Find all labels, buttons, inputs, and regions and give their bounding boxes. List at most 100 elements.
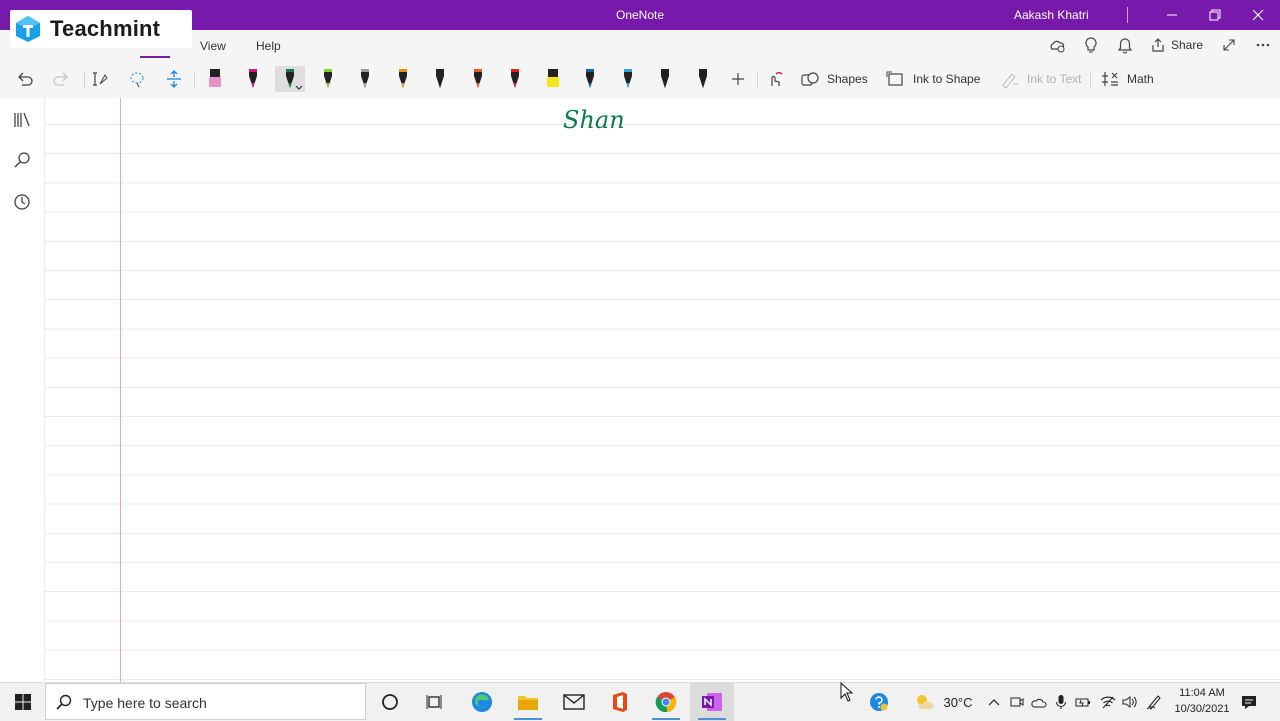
recent-notes-icon[interactable] xyxy=(12,192,32,212)
teachmint-logo-icon xyxy=(16,16,40,42)
sync-icon[interactable] xyxy=(1048,37,1066,53)
cortana-button[interactable] xyxy=(370,683,410,721)
chevron-down-icon[interactable] xyxy=(295,85,303,91)
show-hidden-icons-button[interactable] xyxy=(984,683,1004,721)
ink-to-shape-button[interactable]: Ink to Shape xyxy=(886,66,980,92)
page-margin-line xyxy=(120,98,121,682)
pen-icon xyxy=(586,69,594,88)
windows-logo-icon xyxy=(14,694,31,710)
more-options-icon[interactable] xyxy=(1255,37,1271,53)
file-explorer-taskbar-button[interactable] xyxy=(506,683,550,721)
volume-tray-icon[interactable] xyxy=(1119,683,1141,721)
search-icon[interactable] xyxy=(12,150,32,170)
help-icon xyxy=(870,693,888,711)
lightbulb-icon[interactable] xyxy=(1084,37,1098,54)
add-space-button[interactable] xyxy=(161,66,187,92)
teachmint-logo: Teachmint xyxy=(10,10,192,48)
restore-button[interactable] xyxy=(1193,0,1237,30)
add-pen-button[interactable] xyxy=(725,66,751,92)
help-tray-icon[interactable] xyxy=(866,683,892,721)
share-button[interactable]: Share xyxy=(1150,37,1203,53)
pen-button[interactable] xyxy=(575,66,605,92)
close-button[interactable] xyxy=(1236,0,1280,30)
draw-with-touch-button[interactable] xyxy=(762,66,788,92)
expand-icon[interactable] xyxy=(1221,37,1237,53)
notebooks-icon[interactable] xyxy=(12,110,32,130)
math-button[interactable]: Math xyxy=(1100,66,1154,92)
pen-icon xyxy=(324,69,332,88)
pen-icon xyxy=(1146,695,1161,710)
pen-workspace-tray-icon[interactable] xyxy=(1143,683,1165,721)
bell-icon[interactable] xyxy=(1117,37,1133,54)
pen-button[interactable] xyxy=(238,66,268,92)
menu-bar: View Help Share xyxy=(0,30,1280,60)
handwritten-ink[interactable]: Shan xyxy=(563,106,625,134)
folder-icon xyxy=(518,696,538,710)
ribbon-separator xyxy=(757,72,758,88)
mail-taskbar-button[interactable] xyxy=(552,683,596,721)
office-icon xyxy=(613,692,627,712)
lasso-select-button[interactable] xyxy=(124,66,150,92)
pen-button[interactable] xyxy=(613,66,643,92)
minimize-button[interactable] xyxy=(1150,0,1194,30)
pen-icon xyxy=(511,69,519,88)
microphone-tray-icon[interactable] xyxy=(1051,683,1071,721)
weather-temperature[interactable]: 30°C xyxy=(940,683,976,721)
ink-to-text-button[interactable]: Ink to Text xyxy=(1000,66,1081,92)
onedrive-tray-icon[interactable] xyxy=(1029,683,1049,721)
undo-button[interactable] xyxy=(12,66,38,92)
taskbar-search-box[interactable]: Type here to search xyxy=(45,683,366,720)
menu-help[interactable]: Help xyxy=(256,39,281,53)
title-separator xyxy=(1127,7,1128,23)
pen-button[interactable] xyxy=(688,66,718,92)
touch-draw-icon xyxy=(771,71,783,86)
pen-button[interactable] xyxy=(650,66,680,92)
navigation-rail xyxy=(0,98,45,682)
onenote-icon xyxy=(702,693,722,711)
onenote-taskbar-button[interactable] xyxy=(690,683,734,721)
highlighter-pen-button[interactable] xyxy=(200,66,230,92)
action-center-button[interactable] xyxy=(1236,683,1262,721)
pen-button[interactable] xyxy=(275,66,305,92)
cloud-icon xyxy=(1031,698,1047,708)
pen-icon xyxy=(474,69,482,88)
cortana-icon xyxy=(382,694,398,710)
ink-to-text-label: Ink to Text xyxy=(1027,72,1082,86)
system-clock[interactable]: 11:04 AM 10/30/2021 xyxy=(1165,685,1239,717)
pen-icon xyxy=(661,69,669,88)
shapes-button[interactable]: Shapes xyxy=(800,66,868,92)
redo-button[interactable] xyxy=(48,66,74,92)
text-select-icon xyxy=(93,72,108,86)
draw-ribbon: Shapes Ink to Shape Ink to Text Math xyxy=(0,60,1280,99)
pen-button[interactable] xyxy=(388,66,418,92)
chrome-taskbar-button[interactable] xyxy=(644,683,688,721)
office-taskbar-button[interactable] xyxy=(598,683,642,721)
ribbon-separator xyxy=(194,72,195,88)
battery-tray-icon[interactable] xyxy=(1073,683,1093,721)
ribbon-separator xyxy=(84,72,85,88)
meet-now-tray-icon[interactable] xyxy=(1007,683,1027,721)
title-bar: OneNote Aakash Khatri xyxy=(0,0,1280,30)
pen-button[interactable] xyxy=(313,66,343,92)
pen-icon xyxy=(699,69,707,88)
pen-button[interactable] xyxy=(463,66,493,92)
edge-taskbar-button[interactable] xyxy=(460,683,504,721)
pen-button[interactable] xyxy=(350,66,380,92)
minimize-icon xyxy=(1167,14,1177,16)
type-select-button[interactable] xyxy=(87,66,113,92)
microphone-icon xyxy=(1056,695,1066,709)
pen-button[interactable] xyxy=(500,66,530,92)
chevron-up-icon xyxy=(988,699,1000,706)
start-button[interactable] xyxy=(0,683,45,721)
menu-view[interactable]: View xyxy=(200,39,226,53)
task-view-button[interactable] xyxy=(414,683,454,721)
pen-button[interactable] xyxy=(425,66,455,92)
note-page-canvas[interactable] xyxy=(45,98,1280,682)
undo-icon xyxy=(18,72,33,86)
weather-tray-icon[interactable] xyxy=(912,683,938,721)
user-name[interactable]: Aakash Khatri xyxy=(1014,8,1089,22)
plus-icon xyxy=(732,73,744,85)
logo-text: Teachmint xyxy=(50,16,161,41)
highlighter-yellow-button[interactable] xyxy=(538,66,568,92)
network-tray-icon[interactable] xyxy=(1097,683,1119,721)
